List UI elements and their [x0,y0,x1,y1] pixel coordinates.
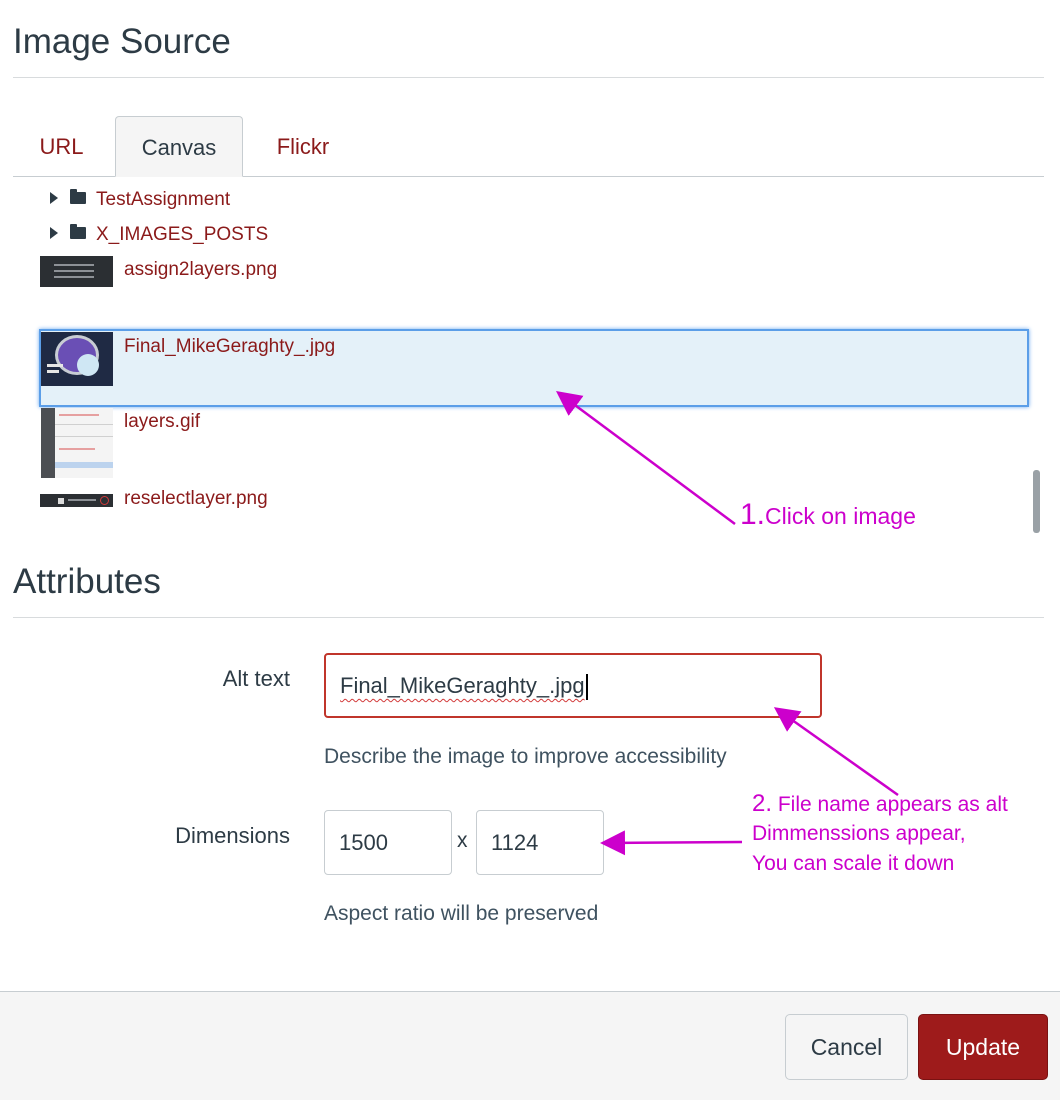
folder-item-testassignment[interactable]: TestAssignment [0,186,400,216]
file-label: layers.gif [124,411,201,432]
alt-text-label: Alt text [222,666,290,691]
heading-divider [13,77,1044,78]
dimensions-label: Dimensions [175,823,290,848]
file-thumbnail [41,332,113,386]
arrow-to-selected-file [555,391,736,526]
folder-item-x-images-posts[interactable]: X_IMAGES_POSTS [0,221,400,251]
caret-right-icon[interactable] [50,192,58,204]
file-thumbnail [40,494,113,507]
tab-url[interactable]: URL [13,116,110,177]
folder-label: X_IMAGES_POSTS [96,224,269,245]
text-cursor [585,674,588,701]
file-thumbnail [41,408,113,478]
annotation-step2-line3: You can scale it down [752,852,955,875]
annotation-step2-line2: Dimmenssions appear, [752,822,966,845]
file-item-layers-gif[interactable]: layers.gif [0,408,400,478]
arrow-to-alt-text [773,707,899,797]
file-item-assign2layers[interactable]: assign2layers.png [0,256,400,290]
file-item-reselectlayer[interactable]: reselectlayer.png [0,485,400,515]
image-source-heading: Image Source [13,22,231,61]
attributes-heading: Attributes [13,562,161,601]
tab-canvas[interactable]: Canvas [115,116,243,177]
alt-text-value: Final_MikeGeraghty_.jpg [340,673,585,698]
alt-text-input[interactable]: Final_MikeGeraghty_.jpg [324,653,822,718]
annotation-step2-line1: 2. File name appears as alt [752,790,1008,817]
file-thumbnail [40,256,113,287]
folder-icon [70,224,86,239]
file-label: Final_MikeGeraghty_.jpg [124,336,336,357]
arrow-to-dimensions [600,830,743,856]
caret-right-icon[interactable] [50,227,58,239]
height-input[interactable]: 1124 [476,810,604,875]
dimension-separator: x [457,829,468,852]
attributes-divider [13,617,1044,618]
folder-label: TestAssignment [96,189,231,210]
tab-flickr[interactable]: Flickr [250,116,356,177]
width-input[interactable]: 1500 [324,810,452,875]
cancel-button[interactable]: Cancel [785,1014,908,1080]
folder-icon [70,189,86,204]
height-value: 1124 [491,830,539,855]
file-label: reselectlayer.png [124,488,268,509]
file-label: assign2layers.png [124,259,278,280]
width-value: 1500 [339,830,388,855]
update-button[interactable]: Update [918,1014,1048,1080]
annotation-step1: 1.Click on image [740,498,916,531]
dimensions-help: Aspect ratio will be preserved [324,902,599,925]
alt-text-help: Describe the image to improve accessibil… [324,745,727,768]
file-list-scrollbar[interactable] [1033,470,1040,533]
